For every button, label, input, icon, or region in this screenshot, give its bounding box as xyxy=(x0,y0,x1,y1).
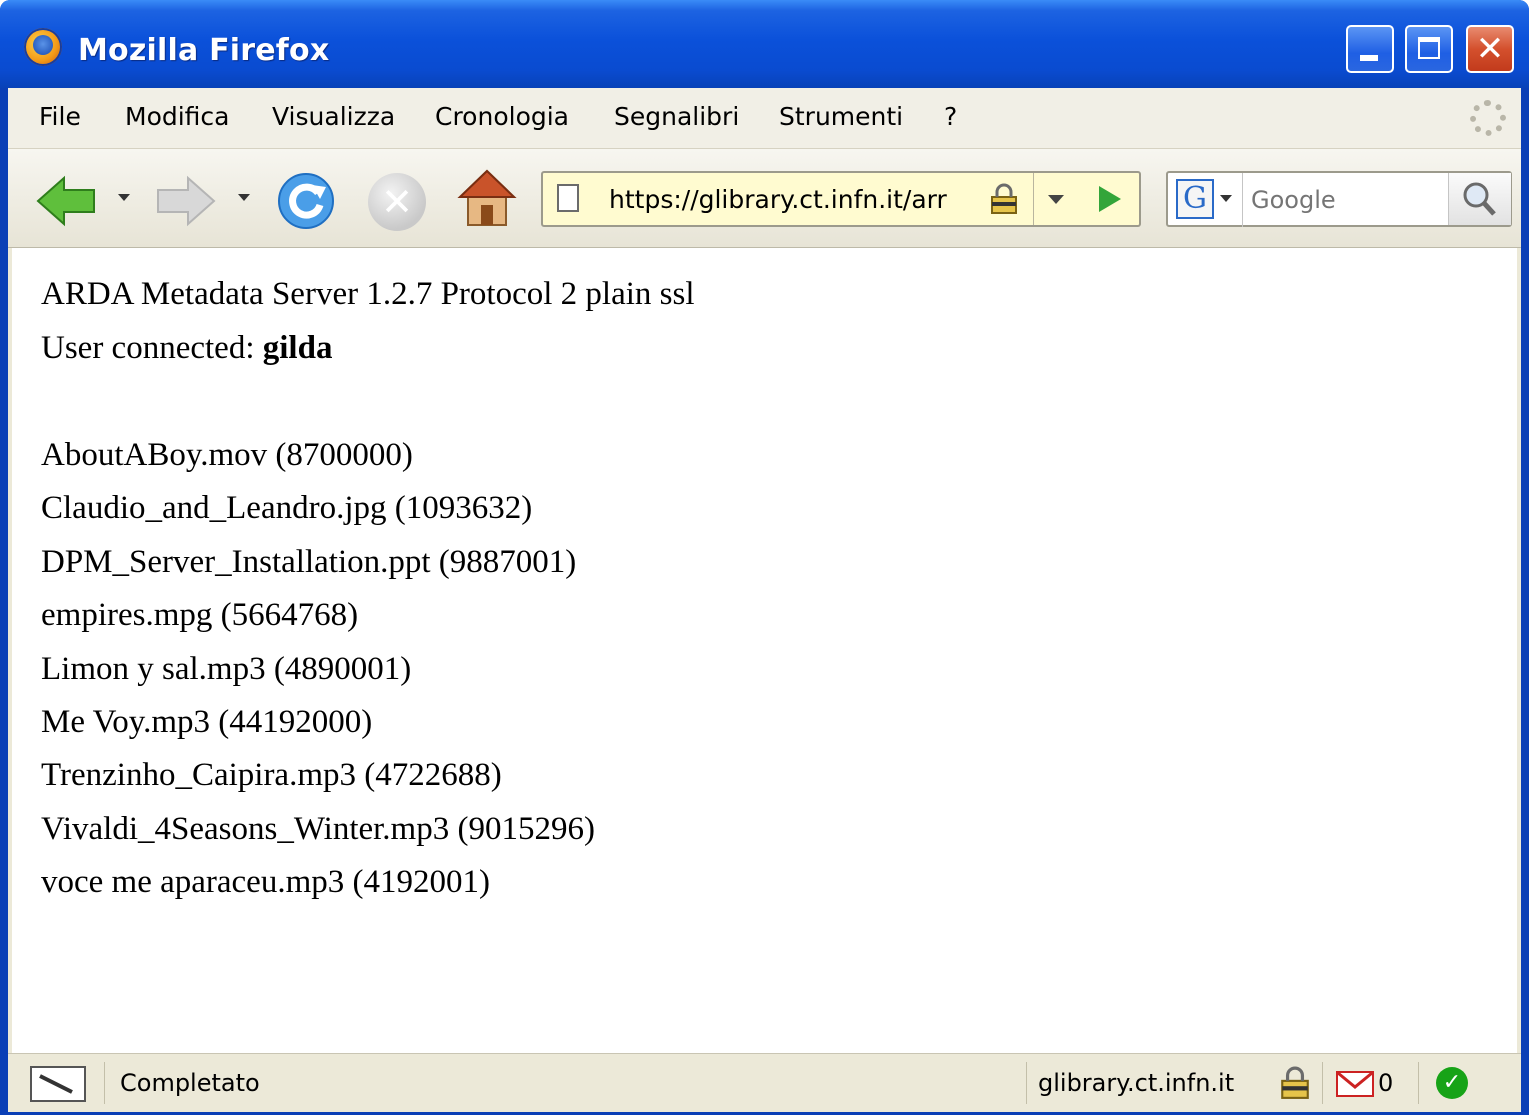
search-engine-dropdown[interactable] xyxy=(1220,195,1232,202)
address-bar[interactable]: https://glibrary.ct.infn.it/arr xyxy=(541,171,1141,227)
pen-icon xyxy=(39,1074,73,1094)
url-history-dropdown[interactable] xyxy=(1033,173,1078,225)
back-arrow-icon xyxy=(36,175,95,227)
page-icon xyxy=(557,184,579,212)
maximize-button[interactable] xyxy=(1405,25,1453,73)
status-bar: Completato glibrary.ct.infn.it 0 ✓ xyxy=(8,1053,1521,1112)
stop-button[interactable]: ✕ xyxy=(368,173,426,231)
search-bar: G xyxy=(1166,171,1512,227)
forward-arrow-icon xyxy=(157,175,216,227)
search-input[interactable] xyxy=(1242,173,1453,227)
back-button[interactable] xyxy=(34,174,98,228)
check-icon[interactable]: ✓ xyxy=(1436,1067,1468,1099)
page-content: ARDA Metadata Server 1.2.7 Protocol 2 pl… xyxy=(12,248,1517,1053)
file-entry: Trenzinho_Caipira.mp3 (4722688) xyxy=(41,757,502,793)
window-title: Mozilla Firefox xyxy=(78,33,330,68)
status-separator xyxy=(104,1062,105,1104)
server-info: ARDA Metadata Server 1.2.7 Protocol 2 pl… xyxy=(41,276,695,312)
title-bar[interactable]: Mozilla Firefox ✕ xyxy=(0,0,1529,88)
user-connected-label: User connected: xyxy=(41,330,263,366)
connection-status-icon xyxy=(30,1066,86,1102)
back-history-dropdown[interactable] xyxy=(118,194,130,201)
forward-history-dropdown[interactable] xyxy=(238,194,250,201)
gmail-icon[interactable] xyxy=(1336,1071,1374,1097)
status-separator xyxy=(1418,1062,1419,1104)
magnifier-icon xyxy=(1463,182,1496,216)
home-button[interactable] xyxy=(456,167,518,229)
menu-segnalibri[interactable]: Segnalibri xyxy=(614,102,739,131)
throbber-icon xyxy=(1470,100,1506,136)
firefox-logo-icon xyxy=(24,28,62,66)
go-button[interactable] xyxy=(1087,179,1131,219)
file-entry: Me Voy.mp3 (44192000) xyxy=(41,704,373,740)
menu-modifica[interactable]: Modifica xyxy=(125,102,230,131)
forward-button[interactable] xyxy=(154,174,218,228)
maximize-icon xyxy=(1418,37,1440,59)
menu-file[interactable]: File xyxy=(39,102,81,131)
menu-visualizza[interactable]: Visualizza xyxy=(272,102,395,131)
menu-cronologia[interactable]: Cronologia xyxy=(435,102,569,131)
home-icon xyxy=(457,169,517,226)
status-separator xyxy=(1322,1062,1323,1104)
url-text[interactable]: https://glibrary.ct.infn.it/arr xyxy=(609,185,969,214)
stop-icon: ✕ xyxy=(381,180,413,224)
user-connected-line: User connected: gilda xyxy=(41,330,332,367)
status-text: Completato xyxy=(120,1069,260,1097)
padlock-icon[interactable] xyxy=(988,183,1020,215)
user-name: gilda xyxy=(262,330,333,366)
navigation-toolbar: ✕ https://glibrary.ct.infn.it/arr G Goog… xyxy=(8,149,1521,248)
file-entry: voce me aparaceu.mp3 (4192001) xyxy=(41,864,490,900)
search-button[interactable] xyxy=(1448,173,1511,225)
file-entry: AboutABoy.mov (8700000) xyxy=(41,437,413,473)
file-entry: Claudio_and_Leandro.jpg (1093632) xyxy=(41,490,533,526)
minimize-icon xyxy=(1360,55,1378,61)
file-entry: empires.mpg (5664768) xyxy=(41,597,359,633)
close-icon: ✕ xyxy=(1475,29,1505,69)
file-entry: Vivaldi_4Seasons_Winter.mp3 (9015296) xyxy=(41,811,595,847)
padlock-icon[interactable] xyxy=(1278,1066,1312,1100)
client-area: File Modifica Visualizza Cronologia Segn… xyxy=(8,88,1521,1112)
menu-help[interactable]: ? xyxy=(944,102,957,131)
minimize-button[interactable] xyxy=(1346,25,1394,73)
close-button[interactable]: ✕ xyxy=(1466,25,1514,73)
google-engine-icon[interactable]: G xyxy=(1176,179,1214,219)
file-entry: DPM_Server_Installation.ppt (9887001) xyxy=(41,544,577,580)
reload-button[interactable] xyxy=(276,171,336,231)
mail-count: 0 xyxy=(1378,1069,1394,1097)
file-entry: Limon y sal.mp3 (4890001) xyxy=(41,651,412,687)
status-host: glibrary.ct.infn.it xyxy=(1038,1069,1235,1097)
reload-icon xyxy=(278,173,334,229)
menu-bar: File Modifica Visualizza Cronologia Segn… xyxy=(8,88,1521,149)
menu-strumenti[interactable]: Strumenti xyxy=(779,102,903,131)
status-separator xyxy=(1026,1062,1027,1104)
browser-window: Mozilla Firefox ✕ File Modifica Visualiz… xyxy=(0,0,1529,1115)
